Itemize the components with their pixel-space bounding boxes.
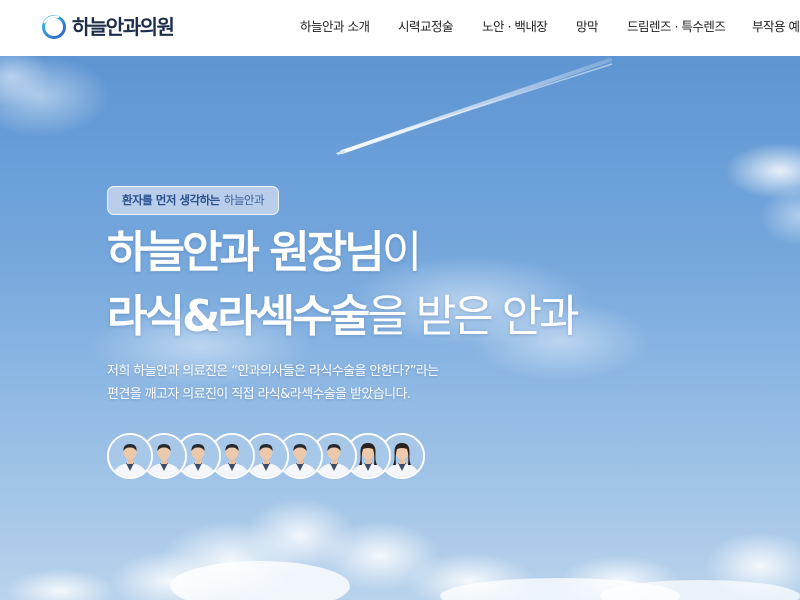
headline-line2-bold: 라식&라섹수술 xyxy=(107,291,370,342)
site-header: 하늘안과의원 하늘안과 소개 시력교정술 노안 · 백내장 망막 드림렌즈 · … xyxy=(0,0,800,56)
hero-description-line1: 저희 하늘안과 의료진은 “안과의사들은 라식수술을 안한다?”라는 xyxy=(107,364,439,379)
doctor-avatar xyxy=(107,433,153,479)
badge-strong-text: 환자를 먼저 생각하는 xyxy=(122,193,220,207)
main-nav: 하늘안과 소개 시력교정술 노안 · 백내장 망막 드림렌즈 · 특수렌즈 부작… xyxy=(0,0,800,56)
nav-item-dream-lens[interactable]: 드림렌즈 · 특수렌즈 xyxy=(627,18,726,36)
hero-headline-line1: 하늘안과 원장님이 xyxy=(107,225,423,281)
nav-item-vision-correction[interactable]: 시력교정술 xyxy=(398,18,454,36)
headline-line1-light: 이 xyxy=(381,227,423,278)
doctor-avatar-list xyxy=(107,433,427,479)
nav-item-side-effects[interactable]: 부작용 예 xyxy=(752,18,800,36)
nav-item-presbyopia-cataract[interactable]: 노안 · 백내장 xyxy=(482,18,548,36)
doctor-avatar-icon xyxy=(109,435,151,477)
headline-line1-bold: 하늘안과 원장님 xyxy=(107,227,385,278)
badge-normal-text: 하늘안과 xyxy=(223,193,265,207)
nav-item-about[interactable]: 하늘안과 소개 xyxy=(300,18,370,36)
nav-item-retina[interactable]: 망막 xyxy=(576,18,599,36)
headline-line2-light: 을 받은 안과 xyxy=(367,291,579,342)
hero-badge: 환자를 먼저 생각하는 하늘안과 xyxy=(107,186,280,215)
hero-description-line2: 편견을 깨고자 의료진이 직접 라식&라섹수술을 받았습니다. xyxy=(107,387,411,402)
hero-section: 환자를 먼저 생각하는 하늘안과 하늘안과 원장님이 라식&라섹수술을 받은 안… xyxy=(0,56,800,600)
hero-headline-line2: 라식&라섹수술을 받은 안과 xyxy=(107,289,580,345)
